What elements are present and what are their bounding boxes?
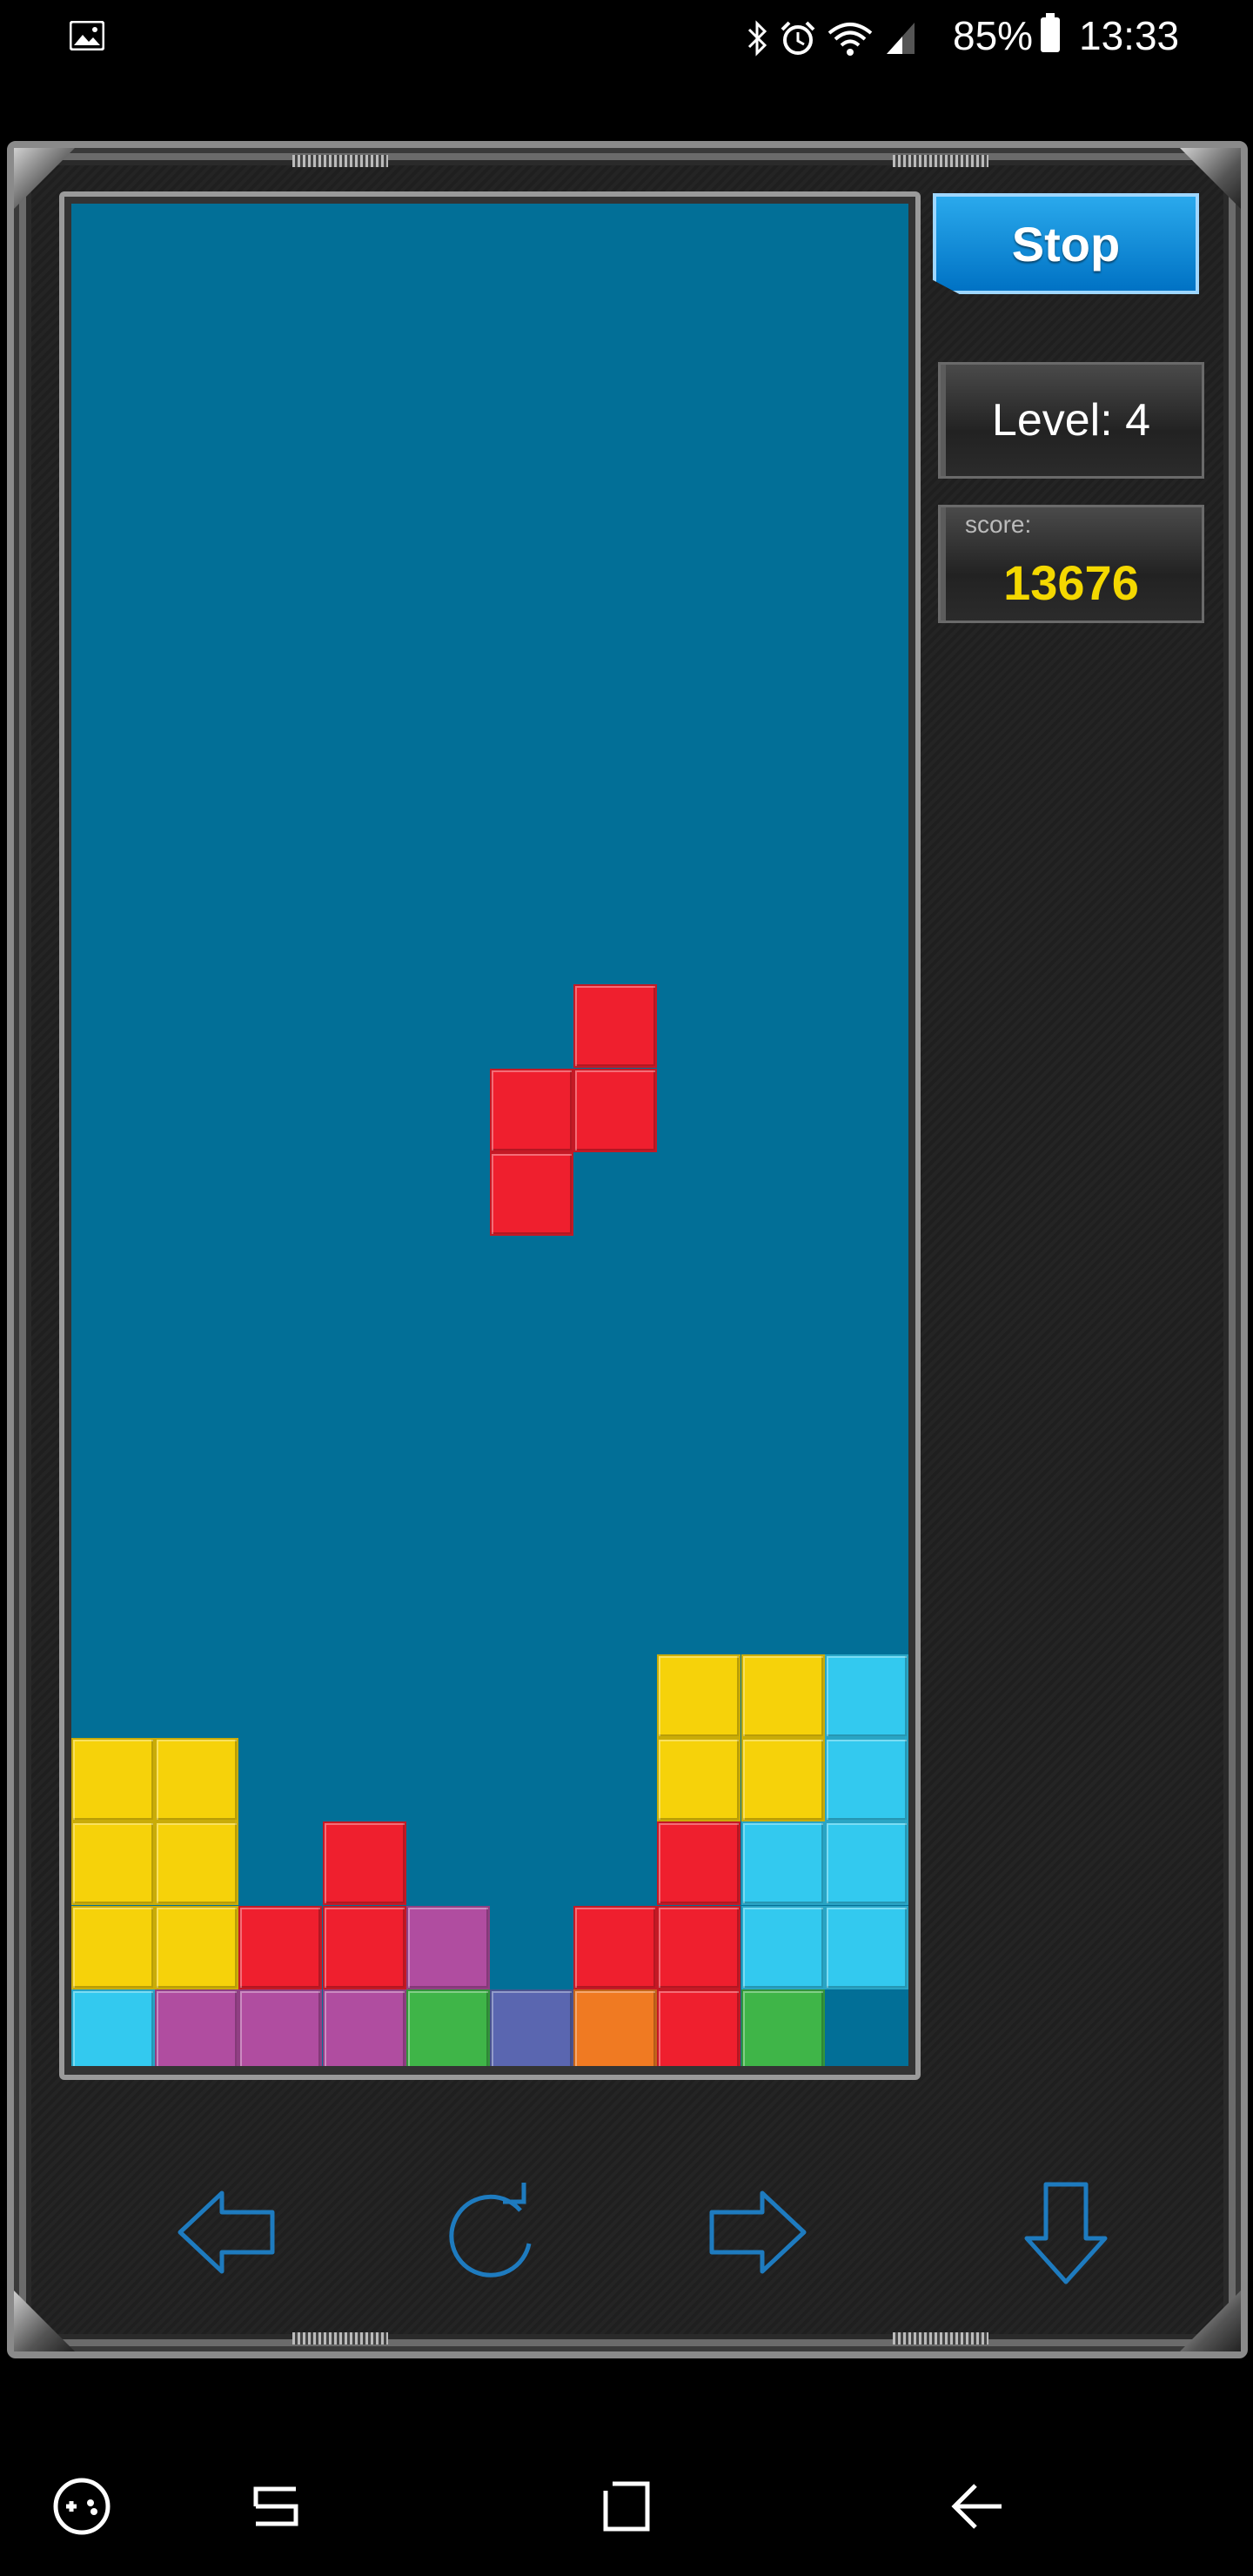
stacked-block bbox=[573, 1989, 658, 2066]
stacked-block bbox=[322, 1821, 406, 1906]
rotate-icon[interactable] bbox=[433, 2176, 546, 2289]
game-board[interactable] bbox=[71, 204, 908, 2066]
stacked-block bbox=[824, 1738, 908, 1822]
stacked-block bbox=[824, 1905, 908, 1989]
frame-hinge bbox=[292, 2332, 388, 2345]
gallery-icon bbox=[70, 21, 104, 50]
stacked-block bbox=[238, 1989, 323, 2066]
falling-block bbox=[573, 1068, 658, 1152]
falling-block bbox=[490, 1151, 573, 1236]
battery-icon bbox=[1041, 13, 1060, 52]
falling-block bbox=[490, 1068, 573, 1152]
frame-corner bbox=[14, 2291, 75, 2351]
stacked-block bbox=[155, 1905, 239, 1989]
level-display: Level: 4 bbox=[938, 362, 1204, 479]
status-bar: 85% 13:33 bbox=[0, 0, 1253, 77]
move-right-icon[interactable] bbox=[701, 2176, 814, 2289]
stacked-block bbox=[71, 1905, 155, 1989]
stacked-block bbox=[573, 1905, 658, 1989]
stacked-block bbox=[824, 1821, 908, 1906]
stacked-block bbox=[657, 1989, 741, 2066]
signal-icon bbox=[887, 23, 915, 54]
score-value: 13676 bbox=[1003, 555, 1139, 610]
stacked-block bbox=[740, 1738, 825, 1822]
stacked-block bbox=[740, 1905, 825, 1989]
back-icon[interactable] bbox=[944, 2472, 1014, 2541]
stacked-block bbox=[657, 1905, 741, 1989]
frame-hinge bbox=[893, 2332, 988, 2345]
stop-button[interactable]: Stop bbox=[933, 193, 1199, 294]
stacked-block bbox=[740, 1989, 825, 2066]
stacked-block bbox=[238, 1905, 323, 1989]
recent-apps-icon[interactable] bbox=[244, 2472, 313, 2541]
stacked-block bbox=[740, 1821, 825, 1906]
stacked-block bbox=[71, 1989, 155, 2066]
wifi-icon bbox=[828, 23, 873, 56]
score-label: score: bbox=[965, 511, 1032, 538]
stacked-block bbox=[657, 1654, 741, 1738]
stacked-block bbox=[322, 1905, 406, 1989]
frame-hinge bbox=[893, 155, 988, 167]
frame-hinge bbox=[292, 155, 388, 167]
stacked-block bbox=[824, 1654, 908, 1738]
falling-block bbox=[573, 984, 658, 1069]
stacked-block bbox=[405, 1989, 490, 2066]
stacked-block bbox=[405, 1905, 490, 1989]
move-left-icon[interactable] bbox=[170, 2176, 283, 2289]
stacked-block bbox=[657, 1821, 741, 1906]
bluetooth-icon bbox=[747, 20, 767, 57]
stacked-block bbox=[71, 1738, 155, 1822]
game-launcher-icon[interactable] bbox=[47, 2472, 117, 2541]
home-icon[interactable] bbox=[593, 2472, 663, 2541]
stacked-block bbox=[155, 1738, 239, 1822]
stacked-block bbox=[71, 1821, 155, 1906]
drop-down-icon[interactable] bbox=[1009, 2176, 1122, 2289]
stacked-block bbox=[740, 1654, 825, 1738]
status-icons bbox=[744, 14, 918, 63]
stacked-block bbox=[155, 1821, 239, 1906]
frame-corner bbox=[1180, 2291, 1241, 2351]
battery-percent: 85% bbox=[953, 13, 1034, 58]
score-display: score: 13676 bbox=[938, 505, 1204, 623]
stacked-block bbox=[322, 1989, 406, 2066]
stacked-block bbox=[155, 1989, 239, 2066]
stacked-block bbox=[490, 1989, 573, 2066]
alarm-icon bbox=[781, 21, 815, 55]
clock: 13:33 bbox=[1079, 13, 1180, 58]
stacked-block bbox=[657, 1738, 741, 1822]
